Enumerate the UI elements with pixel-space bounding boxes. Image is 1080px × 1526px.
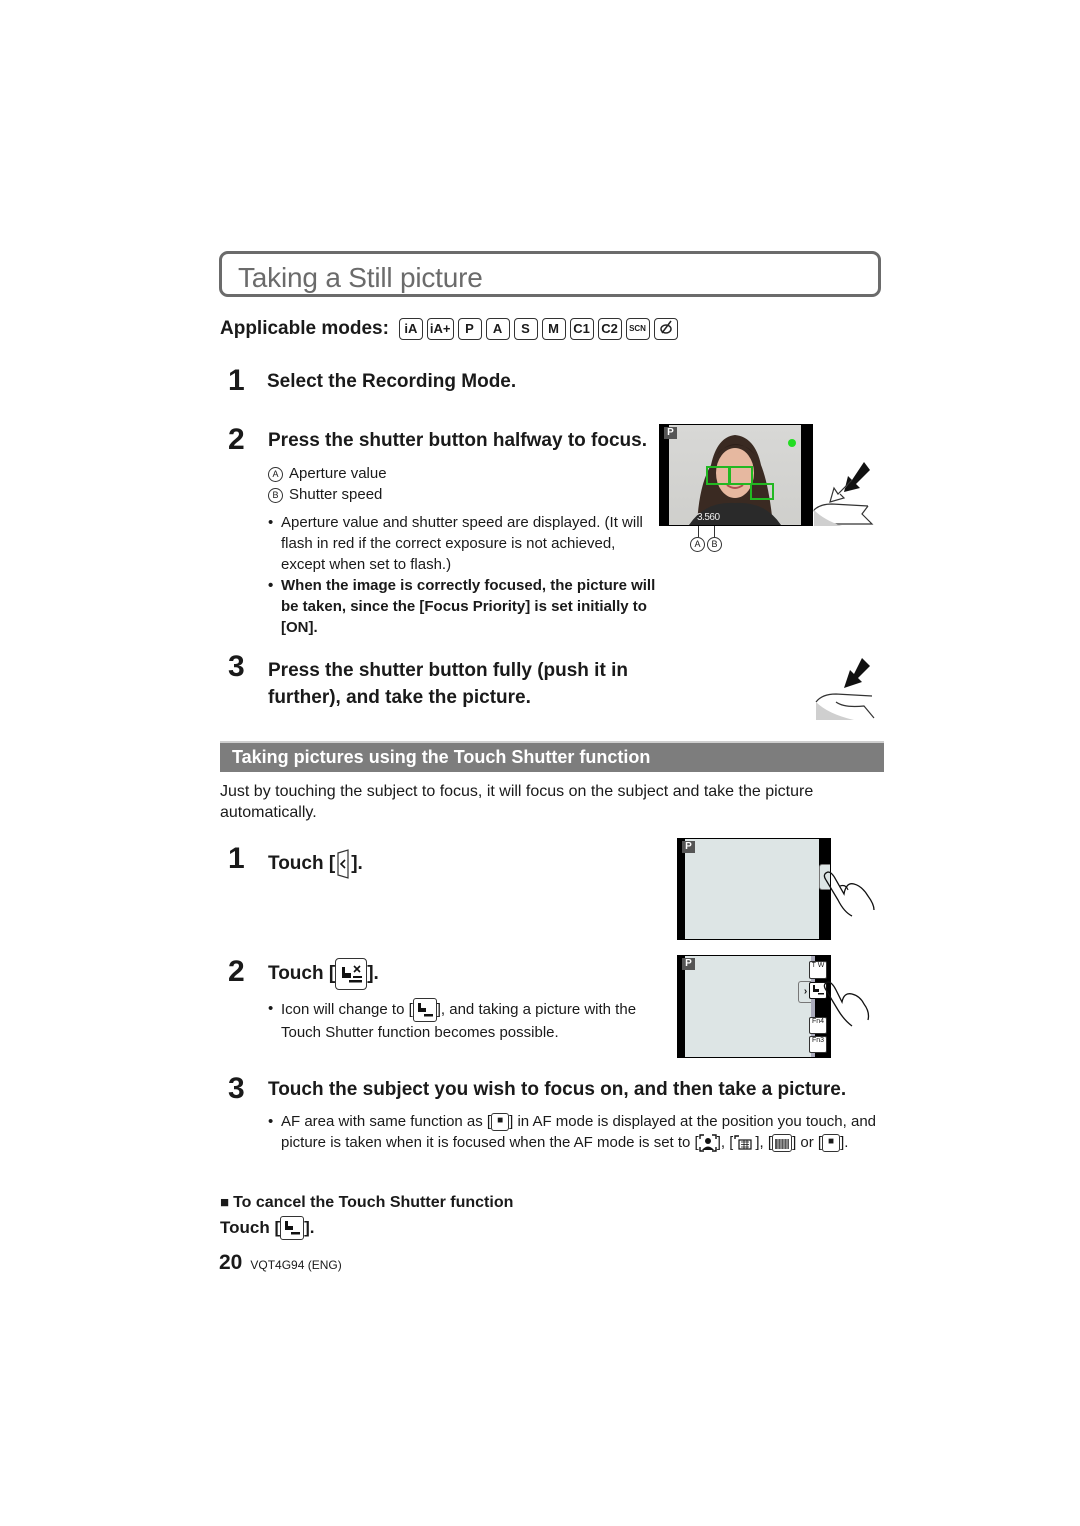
leader-line-a (698, 526, 699, 537)
note-exposure: Aperture value and shutter speed are dis… (268, 512, 658, 575)
applicable-modes: Applicable modes: iA iA+ P A S M C1 C2 S… (220, 318, 678, 340)
touch-step-2-prefix: Touch [ (268, 963, 336, 984)
camera-screen-touch-menu: P › T W Fn4 Fn3 (677, 955, 831, 1058)
note-focus-priority: When the image is correctly focused, the… (268, 575, 658, 638)
cancel-suffix: ]. (304, 1218, 315, 1237)
leader-line-b (714, 526, 715, 537)
page-title: Taking a Still picture (238, 262, 483, 293)
af-tracking-icon (733, 1134, 756, 1153)
touch-shutter-off-icon (335, 958, 368, 990)
step-1-number: 1 (228, 364, 245, 397)
touch-step-1-number: 1 (228, 842, 245, 875)
focus-indicator-dot (788, 439, 796, 447)
aperture-value: 3.5 (697, 512, 710, 523)
legend-shutter: B Shutter speed (268, 484, 382, 505)
exposure-readout: 3.560 (697, 512, 720, 523)
af-1-area-icon-2: ■ (822, 1134, 841, 1153)
step-1-title: Select the Recording Mode. (267, 371, 517, 392)
step-2-notes: Aperture value and shutter speed are dis… (268, 512, 658, 638)
note-part: ], [ (755, 1134, 773, 1151)
note-part: ]. (840, 1134, 849, 1151)
mode-ia-icon: iA (398, 318, 423, 340)
touch-step-3-note: AF area with same function as [■] in AF … (268, 1111, 880, 1153)
note-part: ], [ (716, 1134, 734, 1151)
touching-hand-illustration-2 (823, 981, 870, 1027)
page-footer: 20 VQT4G94 (ENG) (219, 1251, 342, 1275)
step-2-title: Press the shutter button halfway to focu… (268, 430, 647, 451)
touch-step-1-prefix: Touch [ (268, 853, 336, 874)
mode-creative-control-icon (653, 318, 678, 340)
marker-b-illustration: B (707, 537, 722, 552)
touch-step-3-title: Touch the subject you wish to focus on, … (268, 1079, 847, 1100)
mode-badge: P (682, 841, 695, 853)
document-code: VQT4G94 (ENG) (250, 1258, 342, 1272)
cancel-prefix: Touch [ (220, 1218, 281, 1237)
square-bullet-icon: ■ (220, 1194, 230, 1211)
half-press-hand-illustration (813, 462, 874, 526)
mode-a-icon: A (485, 318, 510, 340)
mode-s-icon: S (513, 318, 538, 340)
af-1-area-icon: ■ (491, 1113, 510, 1132)
af-frame-3 (750, 483, 774, 500)
step-2-number: 2 (228, 423, 245, 456)
mode-c2-icon: C2 (597, 318, 622, 340)
marker-labels: AB (690, 537, 728, 552)
page-number: 20 (219, 1251, 243, 1274)
touch-step-2-number: 2 (228, 955, 245, 988)
legend-shutter-text: Shutter speed (289, 486, 383, 503)
cancel-heading: ■ To cancel the Touch Shutter function (220, 1194, 513, 1212)
note-part: ] or [ (792, 1134, 823, 1151)
mode-p-icon: P (457, 318, 482, 340)
full-press-hand-illustration (815, 658, 875, 720)
touch-shutter-on-icon (412, 998, 437, 1022)
touch-step-1-title: Touch [ ]. (268, 849, 363, 879)
mode-scn-icon: SCN (625, 318, 650, 340)
shutter-value: 60 (709, 512, 720, 523)
touch-step-2-note: Icon will change to [], and taking a pic… (268, 998, 663, 1043)
fn3-button[interactable]: Fn3 (809, 1036, 827, 1053)
touching-hand-illustration-1 (823, 871, 875, 917)
zoom-tw-label: T W (811, 962, 825, 969)
touch-shutter-intro: Just by touching the subject to focus, i… (220, 783, 814, 821)
mode-c1-icon: C1 (569, 318, 594, 340)
af-face-detection-icon (698, 1134, 717, 1153)
mode-badge: P (682, 958, 695, 970)
step-3-number: 3 (228, 650, 245, 683)
applicable-modes-label: Applicable modes: (220, 318, 389, 339)
marker-a-illustration: A (690, 537, 705, 552)
af-23-area-icon (772, 1134, 793, 1153)
touch-step-2-title: Touch [ ]. (268, 958, 379, 990)
touch-shutter-section-title: Taking pictures using the Touch Shutter … (232, 747, 651, 767)
fn3-label: Fn3 (811, 1037, 825, 1044)
legend-aperture-text: Aperture value (289, 465, 387, 482)
touch-step-1-suffix: ]. (351, 853, 363, 874)
touch-shutter-on-icon-cancel (280, 1216, 305, 1240)
touch-step-3-number: 3 (228, 1072, 245, 1105)
note-prefix: Icon will change to [ (281, 1000, 413, 1018)
af-frame-1 (706, 466, 730, 485)
step-3-title: Press the shutter button fully (push it … (268, 660, 628, 708)
touch-shutter-section-heading: Taking pictures using the Touch Shutter … (220, 741, 884, 772)
page-title-box: Taking a Still picture (219, 251, 881, 297)
camera-screen-focus: P 3.560 (659, 424, 813, 526)
zoom-tw-button[interactable]: T W (809, 961, 827, 979)
touch-step-2-suffix: ]. (367, 963, 379, 984)
mode-m-icon: M (541, 318, 566, 340)
marker-a: A (268, 467, 283, 482)
legend-aperture: A Aperture value (268, 463, 387, 484)
mode-ia-plus-icon: iA+ (426, 318, 454, 340)
cancel-instruction: Touch [ ]. (220, 1216, 315, 1240)
note-part: AF area with same function as [ (281, 1113, 492, 1130)
mode-badge: P (664, 427, 677, 439)
marker-b: B (268, 488, 283, 503)
cancel-heading-text: To cancel the Touch Shutter function (233, 1194, 514, 1211)
tab-arrow-icon (337, 849, 349, 879)
camera-screen-tab: P (677, 838, 831, 940)
